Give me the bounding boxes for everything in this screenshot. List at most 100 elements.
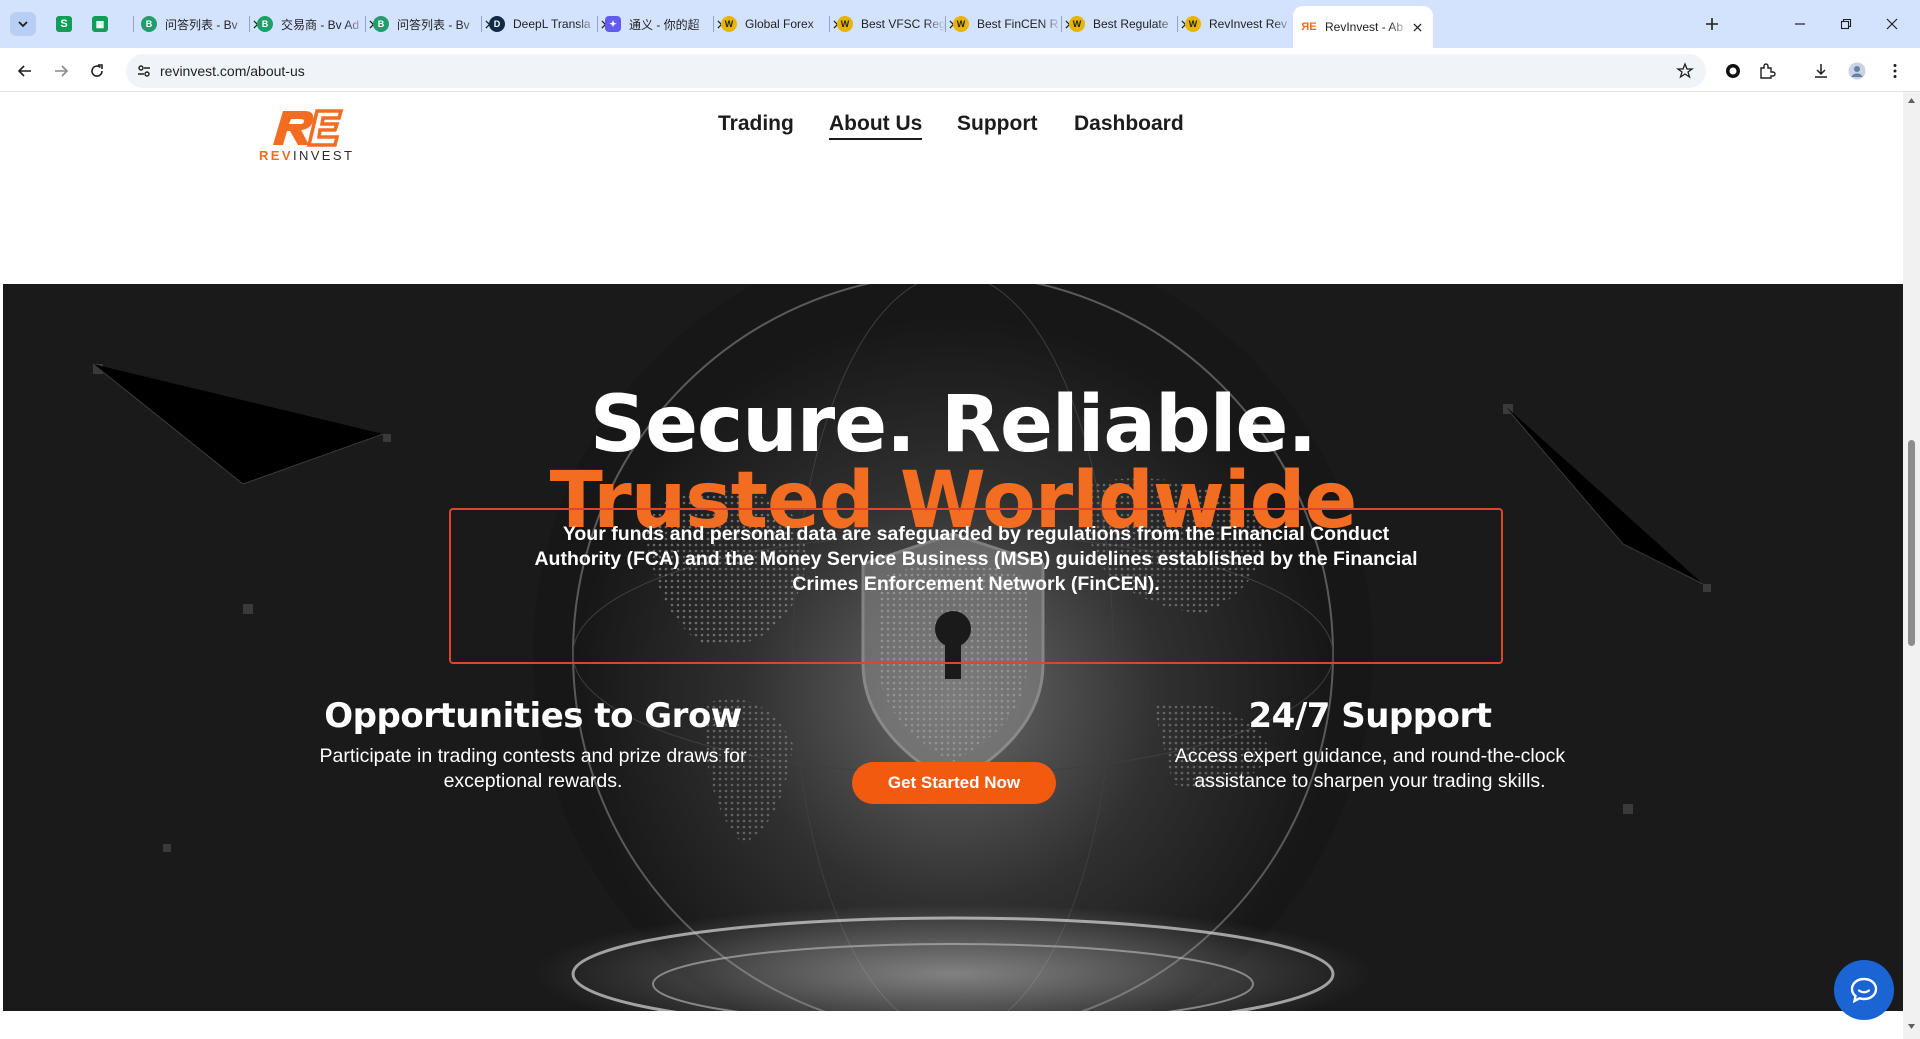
tab-separator [365,16,366,32]
live-chat-button[interactable] [1834,960,1894,1020]
page-viewport: REVINVEST Trading About Us Support Dashb… [3,92,1903,1011]
tab-separator [133,16,134,32]
wikifx-icon: W [953,16,969,32]
tab-title: Best VFSC Reg [861,17,946,31]
tab-title: Best FinCEN R [977,17,1059,31]
tab-title: 问答列表 - Bv [165,17,238,32]
tab-title: Best Regulate [1093,17,1169,31]
record-circle-icon [1726,64,1740,78]
bv-icon: B [141,16,157,32]
extensions-button[interactable] [1756,60,1778,82]
notice-line: Crimes Enforcement Network (FinCEN). [792,573,1160,595]
puzzle-icon [1760,63,1776,79]
forward-button[interactable] [48,58,74,84]
chevron-down-icon [18,21,28,28]
feature-text-grow: Participate in trading contests and priz… [253,744,813,794]
revinvest-icon: ЯE [1301,19,1317,35]
feature-title-support: 24/7 Support [1248,696,1492,736]
tongyi-icon: ✦ [605,16,621,32]
tab-separator [1177,16,1178,32]
tab-title: RevInvest - Ab [1325,20,1404,34]
avatar-icon [1848,62,1866,80]
close-window-button[interactable] [1878,12,1906,36]
feature-text-line: assistance to sharpen your trading skill… [1194,770,1546,792]
minimize-button[interactable] [1786,12,1814,36]
plus-icon [1706,18,1718,30]
browser-tabstrip: S ▦ B 问答列表 - Bv B 交易商 - Bv Ad B 问答列表 - B… [0,0,1920,48]
pinned-tab-sheets-2[interactable]: ▦ [88,12,112,36]
bookmark-star-icon[interactable] [1676,62,1694,80]
downloads-button[interactable] [1810,60,1832,82]
back-button[interactable] [12,58,38,84]
sheets-icon: S [56,16,72,32]
kebab-menu-icon [1893,64,1897,78]
notice-line: Authority (FCA) and the Money Service Bu… [534,548,1418,570]
new-tab-button[interactable] [1700,12,1724,36]
address-bar[interactable]: revinvest.com/about-us [126,54,1706,88]
tab-separator [1061,16,1062,32]
wikifx-icon: W [721,16,737,32]
bv-icon: B [373,16,389,32]
feature-text-line: exceptional rewards. [443,770,623,792]
tab-title: RevInvest Rev [1209,17,1288,31]
tab-title: 通义 - 你的超 [629,17,700,32]
tab-title: DeepL Transla [513,17,591,31]
reload-button[interactable] [84,58,110,84]
page-bottom-area [0,1011,1903,1039]
wikifx-icon: W [1185,16,1201,32]
logo-text-invest: INVEST [292,148,355,163]
logo-wordmark: REVINVEST [259,148,354,163]
regulation-notice: Your funds and personal data are safegua… [449,508,1503,664]
url-text[interactable]: revinvest.com/about-us [160,63,305,79]
scroll-up-icon[interactable] [1907,96,1916,105]
nav-link-support[interactable]: Support [957,112,1037,136]
nav-link-about-us[interactable]: About Us [829,112,923,140]
restore-button[interactable] [1832,12,1860,36]
tab-separator [249,16,250,32]
browser-menu-button[interactable] [1884,60,1906,82]
site-header: REVINVEST Trading About Us Support Dashb… [3,92,1903,284]
tab-separator [481,16,482,32]
close-icon [1413,22,1422,32]
download-icon [1815,64,1827,78]
arrow-left-icon [17,65,31,77]
pinned-tab-sheets[interactable]: S [52,12,76,36]
scroll-down-icon[interactable] [1907,1022,1916,1031]
logo-text-rev: REV [259,148,293,163]
profile-avatar[interactable] [1846,60,1868,82]
reload-icon [91,64,103,77]
restore-icon [1840,18,1852,30]
scrollbar-thumb[interactable] [1908,440,1915,646]
tab-search-button[interactable] [10,12,36,36]
sheets-icon: ▦ [92,16,108,32]
tab-separator [713,16,714,32]
chat-bubble-icon [1850,977,1878,1004]
close-icon [1886,18,1898,30]
feature-title-grow: Opportunities to Grow [324,696,742,736]
tab-active[interactable]: ЯE RevInvest - Ab [1293,6,1433,48]
deepl-icon: D [489,16,505,32]
notice-line: Your funds and personal data are safegua… [562,523,1390,545]
tab-separator [945,16,946,32]
bv-icon: B [257,16,273,32]
hero-section: Secure. Reliable. Trusted Worldwide Your… [3,284,1903,1011]
wikifx-icon: W [837,16,853,32]
nav-link-dashboard[interactable]: Dashboard [1074,112,1184,136]
browser-toolbar: revinvest.com/about-us [0,48,1920,92]
site-info-icon[interactable] [136,63,152,79]
arrow-right-icon [55,65,69,77]
extension-record-button[interactable] [1722,60,1744,82]
tab-title: Global Forex [745,17,814,31]
feature-text-support: Access expert guidance, and round-the-cl… [1090,744,1650,794]
tab-title: 交易商 - Bv Ad [281,17,360,32]
feature-text-line: Participate in trading contests and priz… [319,745,747,767]
wikifx-icon: W [1069,16,1085,32]
minimize-icon [1795,23,1805,25]
tab-title: 问答列表 - Bv [397,17,470,32]
get-started-button[interactable]: Get Started Now [852,762,1056,804]
tab-close-button[interactable] [1410,19,1425,35]
nav-link-trading[interactable]: Trading [718,112,794,136]
tab-separator [597,16,598,32]
feature-text-line: Access expert guidance, and round-the-cl… [1174,745,1566,767]
page-scrollbar[interactable] [1903,92,1920,1039]
